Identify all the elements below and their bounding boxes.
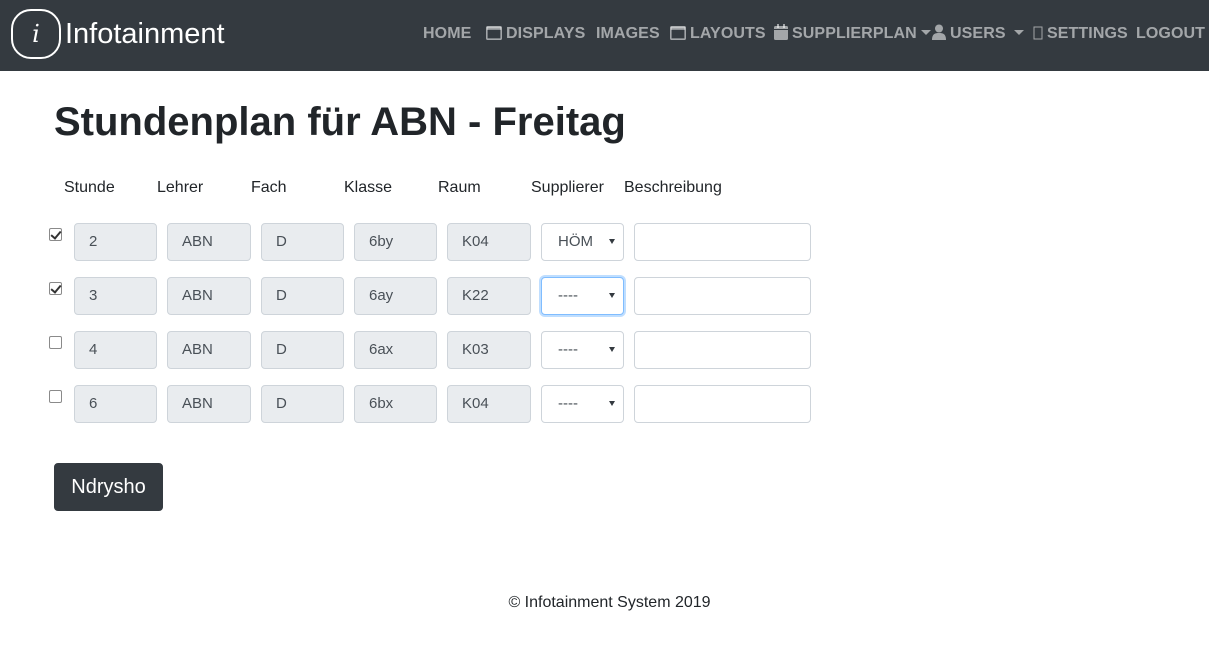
brand-logo-letter: i: [32, 20, 40, 48]
raum-field: K04: [447, 385, 531, 423]
dropdown-arrow-icon: [609, 401, 615, 406]
nav-images-label: IMAGES: [596, 25, 660, 42]
klasse-field: 6by: [354, 223, 437, 261]
nav-home[interactable]: HOME: [423, 21, 471, 47]
nav-displays-label: DISPLAYS: [506, 25, 586, 42]
lehrer-field: ABN: [167, 385, 251, 423]
lehrer-field: ABN: [167, 223, 251, 261]
calendar-icon: [774, 23, 788, 49]
top-navbar: i Infotainment HOME DISPLAYS IMAGES LAYO…: [0, 0, 1209, 71]
row-select-checkbox[interactable]: [49, 336, 62, 349]
supplierer-selected-value: HÖM: [558, 233, 593, 250]
nav-logout[interactable]: LOGOUT: [1136, 21, 1205, 47]
raum-field: K04: [447, 223, 531, 261]
nav-layouts[interactable]: LAYOUTS: [670, 21, 766, 47]
supplierer-selected-value: ----: [558, 395, 578, 412]
fach-field: D: [261, 331, 344, 369]
stunde-field: 2: [74, 223, 157, 261]
lehrer-field: ABN: [167, 277, 251, 315]
window-icon: [486, 23, 502, 49]
footer-copyright: © Infotainment System 2019: [508, 594, 711, 611]
supplierer-select[interactable]: ----: [541, 385, 624, 423]
supplierer-select[interactable]: ----: [541, 331, 624, 369]
lehrer-field: ABN: [167, 331, 251, 369]
nav-settings[interactable]: SETTINGS: [1033, 21, 1128, 47]
nav-users-label: USERS: [950, 25, 1006, 42]
column-header-klasse: Klasse: [344, 179, 393, 196]
fach-field: D: [261, 277, 344, 315]
stunde-field: 6: [74, 385, 157, 423]
dropdown-arrow-icon: [609, 293, 615, 298]
column-header-beschreibung: Beschreibung: [624, 179, 722, 196]
fach-field: D: [261, 385, 344, 423]
nav-supplierplan-label: SUPPLIERPLAN: [792, 25, 917, 42]
klasse-field: 6ax: [354, 331, 437, 369]
row-select-checkbox[interactable]: [49, 228, 62, 241]
gear-icon: [1033, 23, 1043, 49]
nav-home-label: HOME: [423, 25, 472, 42]
chevron-down-icon: [1013, 30, 1024, 35]
brand-logo-icon[interactable]: i: [11, 9, 61, 59]
page-title: Stundenplan für ABN - Freitag: [54, 100, 626, 144]
nav-displays[interactable]: DISPLAYS: [486, 21, 585, 47]
beschreibung-input[interactable]: [634, 331, 811, 369]
column-header-lehrer: Lehrer: [157, 179, 204, 196]
dropdown-arrow-icon: [609, 239, 615, 244]
chevron-down-icon: [920, 30, 931, 35]
row-select-checkbox[interactable]: [49, 282, 62, 295]
row-select-checkbox[interactable]: [49, 390, 62, 403]
raum-field: K22: [447, 277, 531, 315]
window-icon: [670, 23, 686, 49]
nav-settings-label: SETTINGS: [1047, 25, 1128, 42]
dropdown-arrow-icon: [609, 347, 615, 352]
raum-field: K03: [447, 331, 531, 369]
column-header-raum: Raum: [438, 179, 481, 196]
supplierer-selected-value: ----: [558, 287, 578, 304]
supplierer-select[interactable]: HÖM: [541, 223, 624, 261]
submit-button[interactable]: Ndrysho: [54, 463, 163, 511]
nav-layouts-label: LAYOUTS: [690, 25, 766, 42]
stunde-field: 4: [74, 331, 157, 369]
column-header-supplierer: Supplierer: [531, 179, 604, 196]
beschreibung-input[interactable]: [634, 223, 811, 261]
nav-images[interactable]: IMAGES: [596, 21, 660, 47]
nav-logout-label: LOGOUT: [1136, 25, 1206, 42]
supplierer-selected-value: ----: [558, 341, 578, 358]
stunde-field: 3: [74, 277, 157, 315]
beschreibung-input[interactable]: [634, 277, 811, 315]
supplierer-select[interactable]: ----: [541, 277, 624, 315]
klasse-field: 6ay: [354, 277, 437, 315]
klasse-field: 6bx: [354, 385, 437, 423]
user-icon: [932, 23, 946, 49]
beschreibung-input[interactable]: [634, 385, 811, 423]
brand-name[interactable]: Infotainment: [65, 15, 225, 53]
nav-supplierplan-dropdown[interactable]: SUPPLIERPLAN: [774, 21, 931, 47]
nav-users-dropdown[interactable]: USERS: [932, 21, 1024, 47]
column-header-stunde: Stunde: [64, 179, 115, 196]
column-header-fach: Fach: [251, 179, 287, 196]
fach-field: D: [261, 223, 344, 261]
